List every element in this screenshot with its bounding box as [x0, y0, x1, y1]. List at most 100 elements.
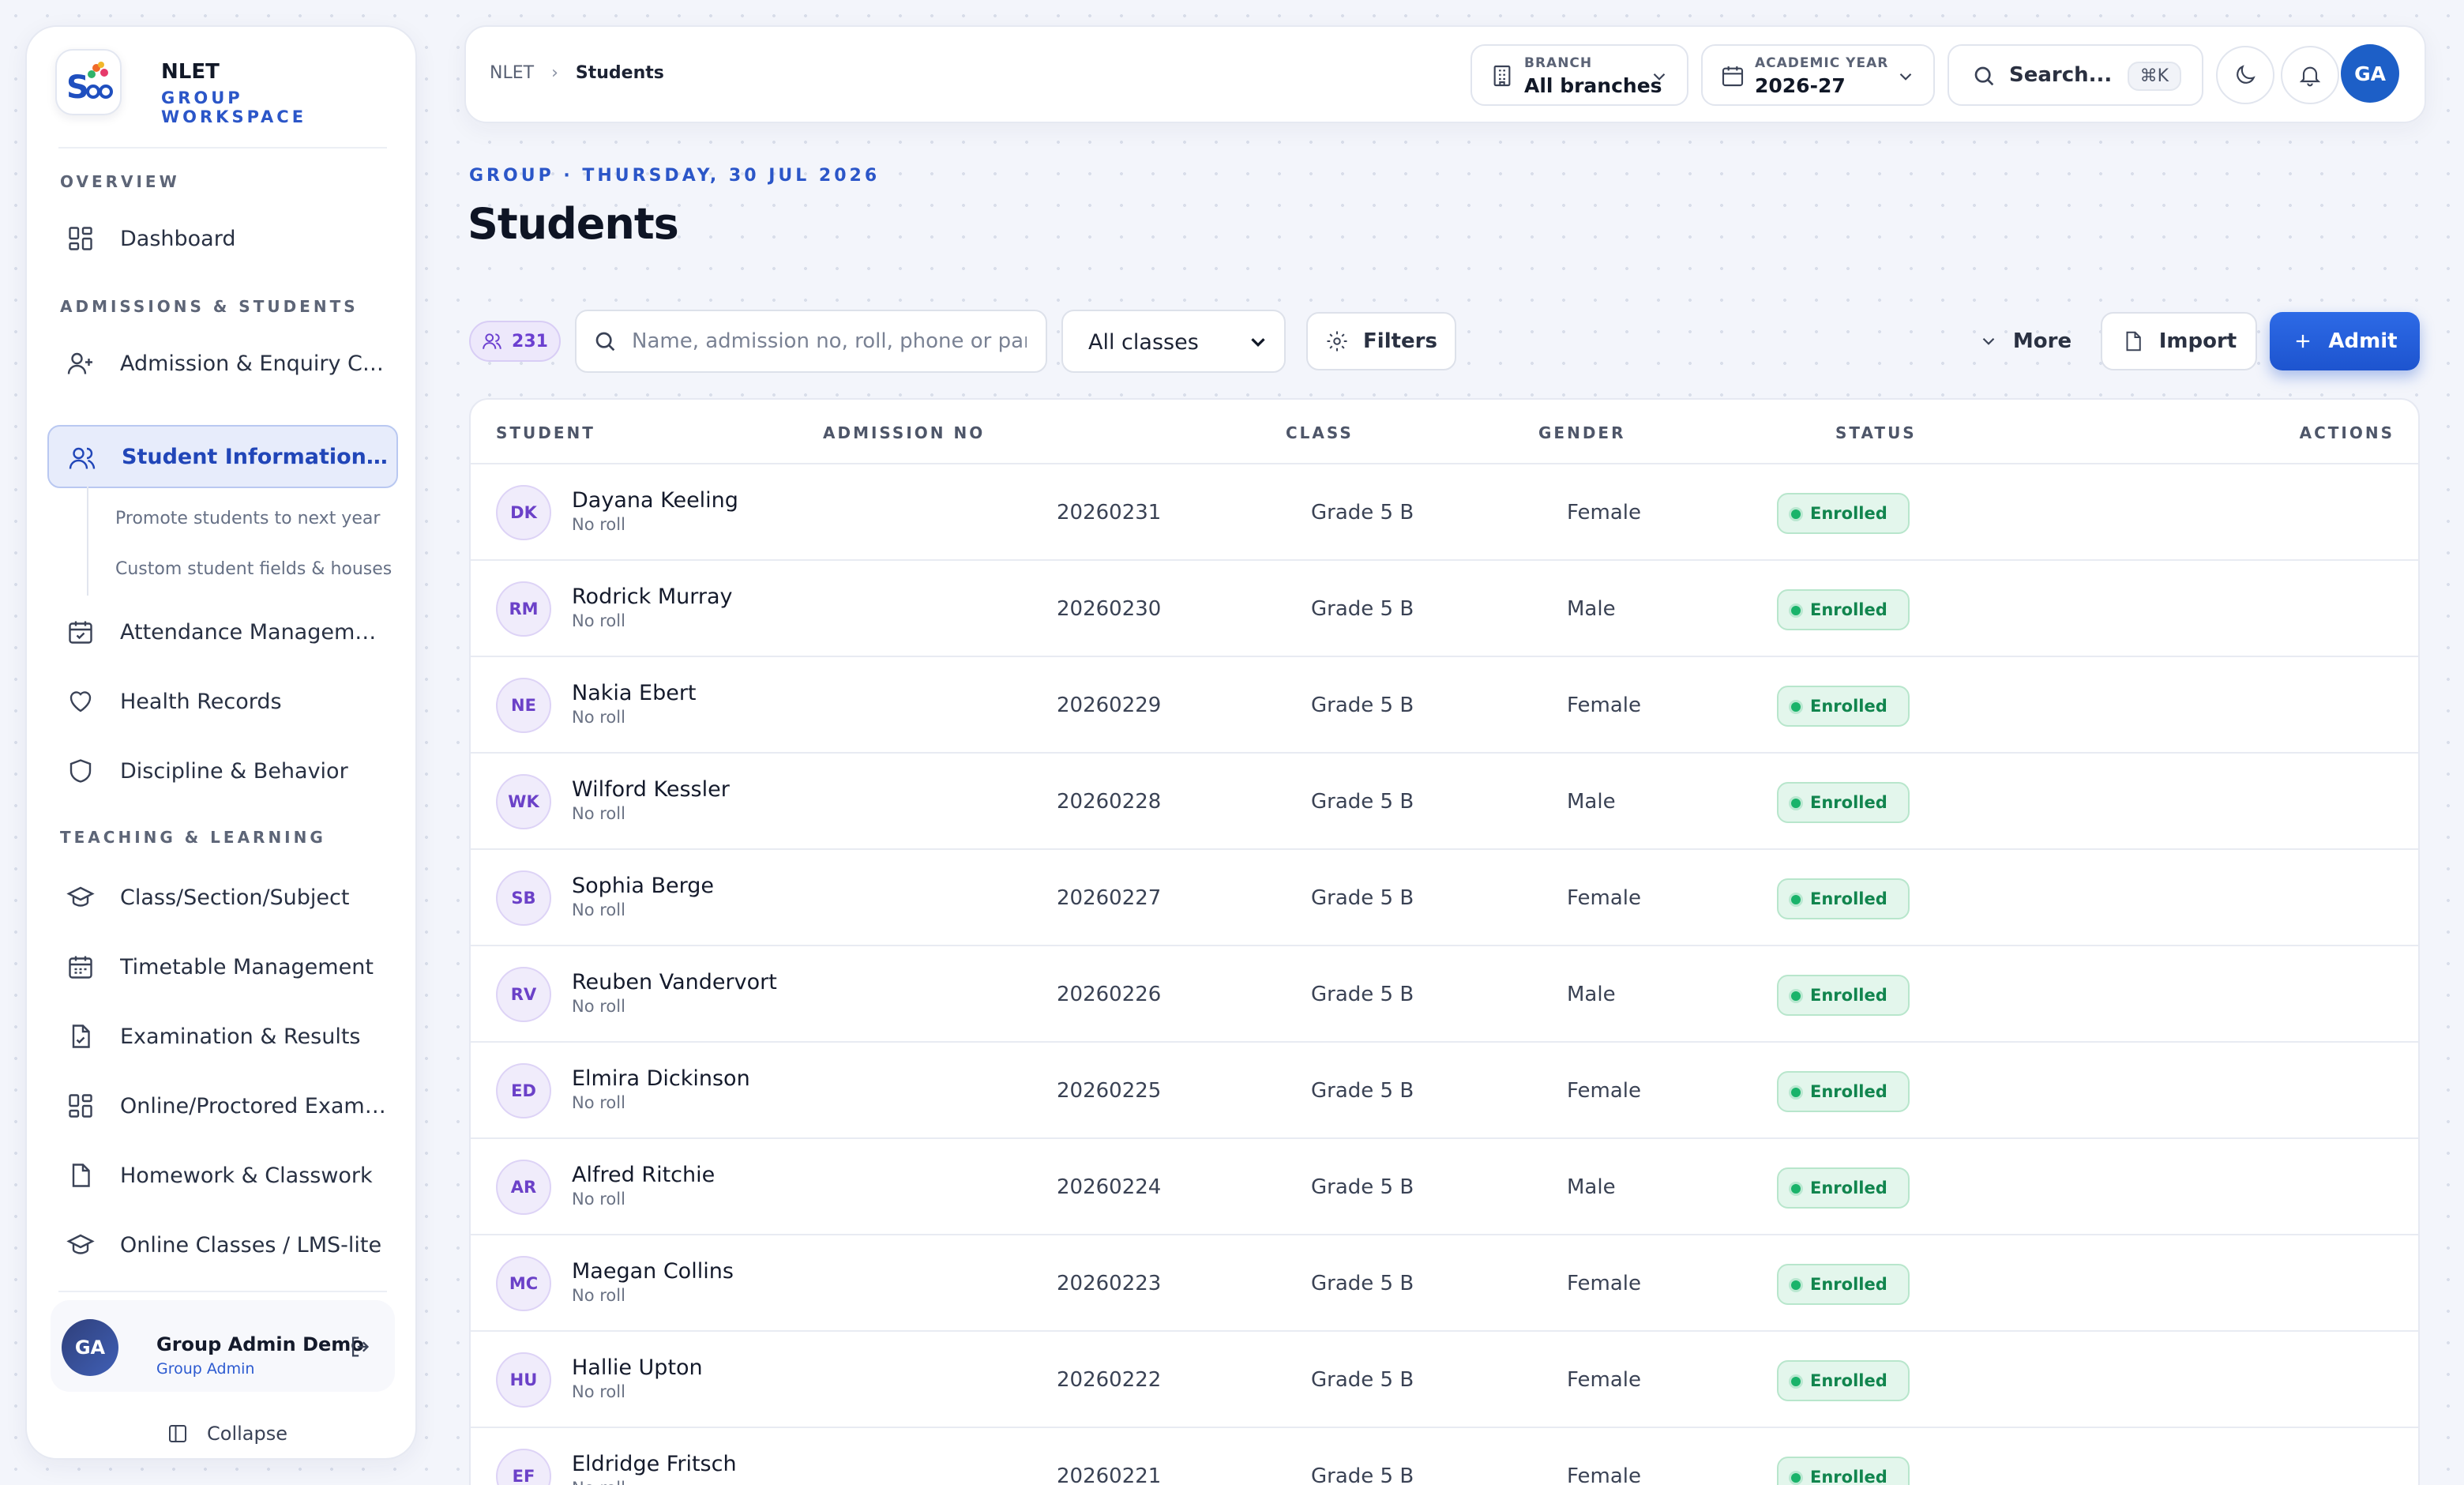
student-name[interactable]: Sophia Berge	[572, 874, 714, 898]
sidebar-item-homework[interactable]: Homework & Classwork	[47, 1144, 398, 1207]
sidebar-item-timetable[interactable]: Timetable Management	[47, 935, 398, 998]
chevron-down-icon	[1899, 73, 1912, 81]
more-button[interactable]: More	[1970, 312, 2080, 370]
student-name[interactable]: Alfred Ritchie	[572, 1163, 715, 1187]
user-name: Group Admin Demo	[156, 1333, 364, 1355]
student-name[interactable]: Nakia Ebert	[572, 681, 697, 705]
sidebar-item-label: Timetable Management	[120, 954, 374, 979]
avatar: MC	[496, 1256, 551, 1311]
student-name[interactable]: Maegan Collins	[572, 1259, 734, 1284]
sidebar-item-label: Student Information Sys...	[122, 444, 390, 469]
sidebar-item-dashboard[interactable]: Dashboard	[47, 207, 398, 270]
sidebar-item-lms[interactable]: Online Classes / LMS-lite	[47, 1213, 398, 1276]
admission-no: 20260228	[1057, 790, 1162, 814]
class-cell: Grade 5 B	[1311, 1464, 1414, 1485]
notifications-button[interactable]	[2281, 46, 2339, 104]
avatar: SB	[496, 870, 551, 926]
brand[interactable]: S NLET GROUP WORKSPACE	[55, 49, 387, 128]
table-row[interactable]: NE Nakia Ebert No roll 20260229 Grade 5 …	[471, 657, 2418, 754]
student-roll: No roll	[572, 611, 625, 630]
student-name[interactable]: Wilford Kessler	[572, 777, 730, 802]
sidebar-item-class-section[interactable]: Class/Section/Subject	[47, 866, 398, 929]
table-row[interactable]: MC Maegan Collins No roll 20260223 Grade…	[471, 1235, 2418, 1332]
sidebar-item-admission-crm[interactable]: Admission & Enquiry CRM	[47, 332, 398, 395]
students-table: STUDENT ADMISSION NO CLASS GENDER STATUS…	[469, 398, 2420, 1485]
admission-no: 20260226	[1057, 983, 1162, 1006]
global-search[interactable]: Search... ⌘K	[1948, 44, 2203, 106]
student-name[interactable]: Elmira Dickinson	[572, 1066, 750, 1091]
table-row[interactable]: RV Reuben Vandervort No roll 20260226 Gr…	[471, 946, 2418, 1043]
gender-cell: Female	[1567, 1464, 1642, 1485]
user-card[interactable]: GA Group Admin Demo Group Admin	[51, 1300, 395, 1392]
student-name[interactable]: Rodrick Murray	[572, 585, 733, 609]
breadcrumb-current: Students	[575, 63, 664, 83]
class-cell: Grade 5 B	[1311, 1175, 1414, 1199]
moon-icon	[2237, 65, 2256, 84]
table-row[interactable]: HU Hallie Upton No roll 20260222 Grade 5…	[471, 1332, 2418, 1428]
branch-selector[interactable]: BRANCH All branches	[1471, 44, 1688, 106]
student-name[interactable]: Eldridge Fritsch	[572, 1452, 737, 1476]
column-header-gender[interactable]: GENDER	[1538, 423, 1625, 442]
calendar-icon	[69, 956, 92, 979]
branch-label: BRANCH	[1524, 55, 1593, 71]
student-roll: No roll	[572, 1382, 625, 1401]
table-row[interactable]: SB Sophia Berge No roll 20260227 Grade 5…	[471, 850, 2418, 946]
student-name[interactable]: Dayana Keeling	[572, 488, 738, 513]
sidebar-item-exams[interactable]: Examination & Results	[47, 1005, 398, 1068]
academic-year-selector[interactable]: ACADEMIC YEAR 2026-27	[1701, 44, 1935, 106]
table-row[interactable]: EF Eldridge Fritsch No roll 20260221 Gra…	[471, 1428, 2418, 1485]
sidebar-item-student-information[interactable]: Student Information Sys...	[47, 425, 398, 488]
table-row[interactable]: RM Rodrick Murray No roll 20260230 Grade…	[471, 561, 2418, 657]
top-bar: NLET › Students BRANCH All branches ACAD…	[464, 25, 2426, 123]
bell-icon	[2299, 66, 2321, 87]
table-row[interactable]: ED Elmira Dickinson No roll 20260225 Gra…	[471, 1043, 2418, 1139]
sidebar-subitem-custom-fields[interactable]: Custom student fields & houses	[115, 559, 392, 579]
calendar-check-icon	[69, 621, 92, 644]
student-name[interactable]: Hallie Upton	[572, 1355, 703, 1380]
filters-button[interactable]: Filters	[1306, 312, 1456, 370]
student-name[interactable]: Reuben Vandervort	[572, 970, 777, 994]
calendar-icon	[1722, 66, 1744, 87]
sidebar-item-label: Online/Proctored Exam (...	[120, 1093, 389, 1118]
column-header-admission-no[interactable]: ADMISSION NO	[823, 423, 985, 442]
search-icon	[595, 332, 615, 352]
import-button[interactable]: Import	[2101, 312, 2257, 370]
collapse-button[interactable]: Collapse	[166, 1422, 287, 1446]
breadcrumb-root[interactable]: NLET	[490, 63, 534, 83]
column-header-class[interactable]: CLASS	[1286, 423, 1354, 442]
student-roll: No roll	[572, 1093, 625, 1112]
avatar[interactable]: GA	[2341, 44, 2399, 103]
logout-icon[interactable]	[347, 1333, 374, 1360]
admission-no: 20260229	[1057, 694, 1162, 717]
admit-button[interactable]: Admit	[2270, 312, 2420, 370]
student-roll: No roll	[572, 1286, 625, 1305]
sidebar-item-health[interactable]: Health Records	[47, 670, 398, 733]
sidebar-item-label: Online Classes / LMS-lite	[120, 1232, 382, 1258]
brand-logo-icon: S	[55, 49, 122, 115]
sidebar-subitem-promote[interactable]: Promote students to next year	[115, 509, 380, 528]
column-header-student[interactable]: STUDENT	[496, 423, 595, 442]
sidebar-item-online-exam[interactable]: Online/Proctored Exam (...	[47, 1074, 398, 1137]
student-roll: No roll	[572, 515, 625, 534]
student-roll: No roll	[572, 1190, 625, 1209]
avatar: WK	[496, 774, 551, 829]
student-search-input[interactable]	[632, 324, 1027, 359]
file-icon	[2126, 331, 2141, 352]
sidebar-item-discipline[interactable]: Discipline & Behavior	[47, 739, 398, 803]
sidebar-item-attendance[interactable]: Attendance Management	[47, 600, 398, 664]
breadcrumb: NLET › Students	[490, 63, 664, 83]
shortcut-badge: ⌘K	[2127, 62, 2181, 91]
table-row[interactable]: AR Alfred Ritchie No roll 20260224 Grade…	[471, 1139, 2418, 1235]
collapse-label: Collapse	[207, 1423, 287, 1445]
column-header-status[interactable]: STATUS	[1835, 423, 1917, 442]
gender-cell: Male	[1567, 1175, 1616, 1199]
theme-toggle-button[interactable]	[2216, 46, 2274, 104]
page-title: Students	[468, 199, 679, 249]
class-filter-select[interactable]: All classes	[1061, 310, 1286, 373]
status-badge: Enrolled	[1777, 1071, 1910, 1112]
table-row[interactable]: DK Dayana Keeling No roll 20260231 Grade…	[471, 464, 2418, 561]
table-row[interactable]: WK Wilford Kessler No roll 20260228 Grad…	[471, 754, 2418, 850]
avatar: NE	[496, 678, 551, 733]
users-icon	[483, 333, 501, 349]
avatar: AR	[496, 1160, 551, 1215]
